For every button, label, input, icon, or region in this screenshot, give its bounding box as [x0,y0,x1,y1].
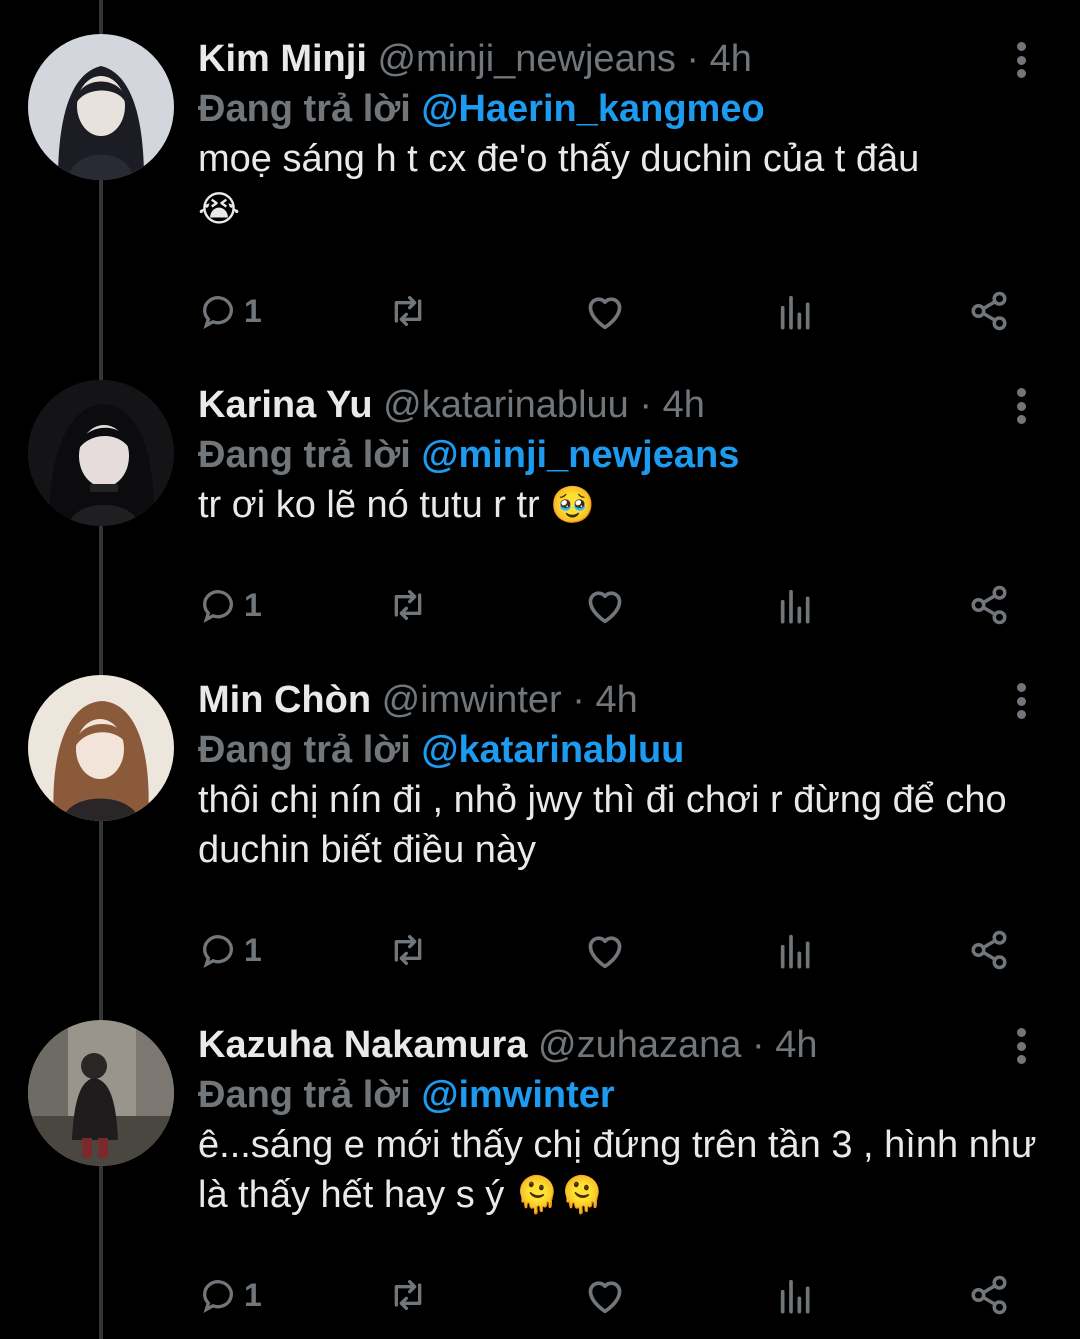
more-icon[interactable] [1004,38,1038,82]
views-button[interactable] [776,925,816,975]
share-button[interactable] [968,580,1010,630]
share-button[interactable] [968,1270,1010,1320]
views-icon [780,589,810,624]
avatar[interactable] [28,675,174,821]
reply-icon [203,590,233,623]
retweet-button[interactable] [386,286,430,336]
like-button[interactable] [583,1270,627,1320]
replying-mention[interactable]: @Haerin_kangmeo [421,88,764,130]
reply-icon [203,935,233,968]
like-button[interactable] [583,286,627,336]
reply-button[interactable]: 1 [198,1270,262,1320]
views-button[interactable] [776,1270,816,1320]
action-bar: 1 [198,286,1018,336]
tweet-header: Kim Minji @minji_newjeans · 4h [198,34,752,84]
reply-count: 1 [244,1276,262,1313]
tweet-text: moẹ sáng h t cx đe'o thấy duchin của t đ… [198,134,1048,235]
replying-label: Đang trả lời [198,1074,411,1116]
reply-button[interactable]: 1 [198,286,262,336]
separator-dot: · [751,1024,765,1066]
replying-to: Đang trả lời @Haerin_kangmeo [198,84,765,134]
more-icon[interactable] [1004,384,1038,428]
reply-count: 1 [244,931,262,968]
replying-to: Đang trả lời @minji_newjeans [198,430,739,480]
like-icon [588,297,622,330]
tweet-header: Min Chòn @imwinter · 4h [198,675,638,725]
separator-dot: · [686,38,700,80]
views-icon [780,934,810,969]
action-bar: 1 [198,1270,1018,1320]
timestamp[interactable]: 4h [595,679,637,721]
replying-to: Đang trả lời @katarinabluu [198,725,684,775]
retweet-icon [394,1280,422,1310]
share-button[interactable] [968,925,1010,975]
retweet-button[interactable] [386,925,430,975]
timestamp[interactable]: 4h [663,384,705,426]
tweet-header: Karina Yu @katarinabluu · 4h [198,380,705,430]
separator-dot: · [639,384,652,426]
user-handle[interactable]: @imwinter [382,679,562,721]
share-icon [971,1275,1007,1315]
like-button[interactable] [583,925,627,975]
tweet-text: tr ơi ko lẽ nó tutu r tr 🥹 [198,480,1048,531]
action-bar: 1 [198,925,1018,975]
tweet-body: moẹ sáng h t cx đe'o thấy duchin của t đ… [198,138,920,180]
views-button[interactable] [776,286,816,336]
action-bar: 1 [198,580,1018,630]
replying-label: Đang trả lời [198,434,411,476]
timestamp[interactable]: 4h [775,1024,817,1066]
retweet-button[interactable] [386,1270,430,1320]
like-icon [588,1281,622,1314]
tweet-emoji: 🫠🫠 [514,1175,605,1216]
tweet-emoji: 🥹 [550,485,596,526]
replying-mention[interactable]: @imwinter [421,1074,614,1116]
avatar[interactable] [28,34,174,180]
reply-count: 1 [244,586,262,623]
more-icon[interactable] [1004,679,1038,723]
avatar[interactable] [28,1020,174,1166]
share-icon [971,585,1007,625]
reply-icon [203,296,233,329]
display-name[interactable]: Kim Minji [198,38,367,80]
tweet-header: Kazuha Nakamura @zuhazana · 4h [198,1020,817,1070]
display-name[interactable]: Karina Yu [198,384,373,426]
like-icon [588,936,622,969]
display-name[interactable]: Min Chòn [198,679,371,721]
replying-label: Đang trả lời [198,729,411,771]
share-icon [971,930,1007,970]
tweet-body: thôi chị nín đi , nhỏ jwy thì đi chơi r … [198,779,1018,871]
user-handle[interactable]: @minji_newjeans [377,38,675,80]
reply-button[interactable]: 1 [198,580,262,630]
timestamp[interactable]: 4h [710,38,752,80]
tweet-body: ê...sáng e mới thấy chị đứng trên tần 3 … [198,1124,1047,1216]
tweet-body: tr ơi ko lẽ nó tutu r tr [198,484,540,526]
reply-count: 1 [244,292,262,329]
views-button[interactable] [776,580,816,630]
tweet-text: ê...sáng e mới thấy chị đứng trên tần 3 … [198,1120,1048,1221]
replying-label: Đang trả lời [198,88,411,130]
tweet-emoji: 😭 [198,189,241,230]
views-icon [780,1279,810,1314]
views-icon [780,295,810,330]
retweet-icon [394,296,422,326]
replying-to: Đang trả lời @imwinter [198,1070,615,1120]
display-name[interactable]: Kazuha Nakamura [198,1024,527,1066]
avatar[interactable] [28,380,174,526]
retweet-icon [394,935,422,965]
tweet-text: thôi chị nín đi , nhỏ jwy thì đi chơi r … [198,775,1048,875]
more-icon[interactable] [1004,1024,1038,1068]
like-button[interactable] [583,580,627,630]
retweet-icon [394,590,422,620]
reply-icon [203,1280,233,1313]
replying-mention[interactable]: @katarinabluu [421,729,684,771]
separator-dot: · [572,679,585,721]
retweet-button[interactable] [386,580,430,630]
share-button[interactable] [968,286,1010,336]
user-handle[interactable]: @zuhazana [538,1024,741,1066]
reply-button[interactable]: 1 [198,925,262,975]
replying-mention[interactable]: @minji_newjeans [421,434,739,476]
user-handle[interactable]: @katarinabluu [383,384,629,426]
like-icon [588,591,622,624]
share-icon [971,291,1007,331]
